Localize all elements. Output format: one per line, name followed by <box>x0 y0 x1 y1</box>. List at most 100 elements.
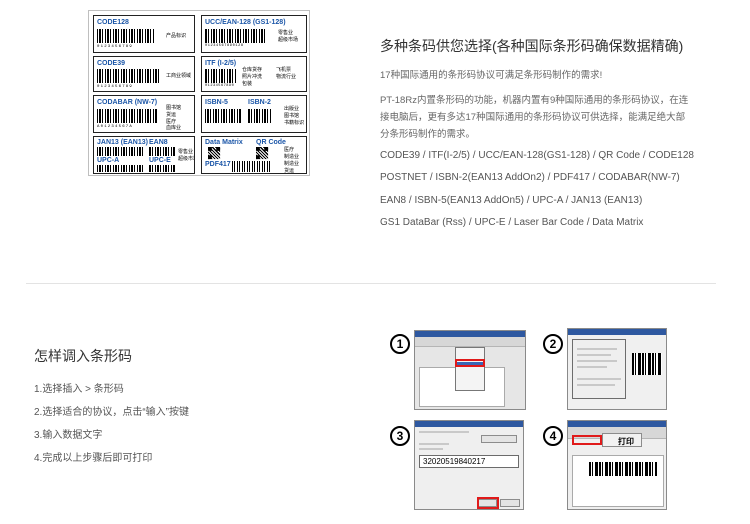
sample-title: CODABAR (NW-7) <box>97 99 158 106</box>
howto-step-2: 2.选择适合的协议，点击“输入”按键 <box>34 407 189 418</box>
step-2-screenshot <box>567 328 667 410</box>
sample-title: UCC/EAN-128 (GS1-128) <box>205 19 286 26</box>
sample-code128: CODE128 0123456789 产品标识 <box>93 15 195 53</box>
print-button[interactable]: 打印 <box>602 433 642 447</box>
pdf417-graphic <box>232 161 272 172</box>
window-titlebar <box>568 329 666 335</box>
sample-title: CODE39 <box>97 60 126 67</box>
sample-usage: 零售业 超级市场 <box>178 149 194 162</box>
barcode-graphic <box>149 147 175 156</box>
barcode-graphic <box>205 109 241 123</box>
barcode-preview <box>632 353 662 375</box>
barcode-graphic <box>205 69 237 83</box>
dialog-row <box>577 366 607 368</box>
sample-title: JAN13 (EAN13) <box>97 139 148 146</box>
step-3-screenshot: 32020519840217 <box>414 420 524 510</box>
qr-graphic <box>256 147 269 160</box>
barcode-graphic <box>97 109 157 123</box>
barcode-graphic <box>205 29 267 43</box>
cancel-button[interactable] <box>500 499 520 507</box>
barcode-digits: A01234567A <box>97 125 134 129</box>
barcode-graphic <box>97 69 159 83</box>
sample-usage: 产品标识 <box>166 33 187 39</box>
dialog-row <box>577 360 617 362</box>
barcode-digits: 01234567890 <box>205 84 235 88</box>
sample-usage: 出版业 图书馆 书籍标识 <box>284 106 305 126</box>
dialog-row <box>419 443 449 445</box>
dialog-row <box>577 348 617 350</box>
dialog-row <box>577 384 615 386</box>
howto-step-1: 1.选择插入 > 条形码 <box>34 384 124 395</box>
highlight-box <box>477 497 499 509</box>
barcode-graphic <box>248 109 272 123</box>
step-number-3: 3 <box>390 426 410 446</box>
sample-usage: 图书馆 货运 医疗 血库业 <box>166 105 182 132</box>
dialog-row <box>419 448 443 450</box>
dialog-row <box>577 378 621 380</box>
sample-usage: 仓库货存 照片冲洗 包装 <box>242 67 263 87</box>
window-titlebar <box>415 421 523 427</box>
barcode-digits: 0123456789 <box>97 45 134 49</box>
sample-2d: Data Matrix QR Code 医疗 制造业 PDF417 制造业 货运 <box>201 136 307 174</box>
barcode-graphic <box>97 147 145 156</box>
barcode-graphic <box>97 165 145 172</box>
barcode-output <box>589 462 657 476</box>
sample-jan-upc: JAN13 (EAN13) EAN8 UPC-A UPC-E 零售业 超级市场 <box>93 136 195 174</box>
sample-title-3: UPC-A <box>97 157 120 164</box>
sample-isbn: ISBN-5 ISBN-2 出版业 图书馆 书籍标识 <box>201 95 307 133</box>
barcode-digits: 01234567890128 <box>205 44 244 48</box>
sample-title-2: EAN8 <box>149 139 168 146</box>
window-toolbar <box>415 337 525 347</box>
dialog-tabs <box>419 431 469 433</box>
sample-code39: CODE39 0123456789 工商业领域 <box>93 56 195 92</box>
section-divider <box>26 283 716 284</box>
step-number-1: 1 <box>390 334 410 354</box>
label-canvas <box>572 455 664 507</box>
sample-title-2: QR Code <box>256 139 286 146</box>
sample-usage-2: 飞机票 物流行业 <box>276 67 297 80</box>
highlight-box <box>572 435 602 445</box>
desc-line-3: 分条形码制作的需求。 <box>380 129 476 140</box>
howto-title: 怎样调入条形码 <box>34 348 132 364</box>
barcode-list-3: EAN8 / ISBN-5(EAN13 AddOn5) / UPC-A / JA… <box>380 195 643 206</box>
step-number-2: 2 <box>543 334 563 354</box>
howto-step-4: 4.完成以上步骤后即可打印 <box>34 453 153 464</box>
sample-title: Data Matrix <box>205 139 243 146</box>
section-title: 多种条码供您选择(各种国际条形码确保数据精确) <box>380 38 684 54</box>
datamatrix-graphic <box>208 147 221 160</box>
lead-text: 17种国际通用的条形码协议可满足条形码制作的需求! <box>380 70 603 81</box>
barcode-graphic <box>149 165 175 172</box>
barcode-list-1: CODE39 / ITF(I-2/5) / UCC/EAN-128(GS1-12… <box>380 150 694 161</box>
step-1-screenshot <box>414 330 526 410</box>
step-number-4: 4 <box>543 426 563 446</box>
howto-step-3: 3.输入数据文字 <box>34 430 103 441</box>
barcode-digits: 0123456789 <box>97 85 134 89</box>
highlight-box <box>455 359 485 367</box>
desc-line-2: 接电脑后，更有多达17种国际通用的条形码协议可供选择，能满足绝大部 <box>380 112 686 123</box>
dialog-button[interactable] <box>481 435 517 443</box>
sample-usage: 零售业 超级市场 <box>278 30 299 43</box>
barcode-protocol-dialog <box>572 339 626 399</box>
sample-itf: ITF (I-2/5) 01234567890 仓库货存 照片冲洗 包装 飞机票… <box>201 56 307 92</box>
sample-title-2: ISBN-2 <box>248 99 271 106</box>
barcode-list-2: POSTNET / ISBN-2(EAN13 AddOn2) / PDF417 … <box>380 172 680 183</box>
desc-line-1: PT-18Rz内置条形码的功能，机器内置有9种国际通用的条形码协议，在连 <box>380 95 689 106</box>
barcode-graphic <box>97 29 155 43</box>
print-label: 打印 <box>618 437 634 446</box>
sample-title: CODE128 <box>97 19 129 26</box>
sample-usage-2: 制造业 货运 <box>284 161 300 174</box>
barcode-list-4: GS1 DataBar (Rss) / UPC-E / Laser Bar Co… <box>380 217 644 228</box>
sample-title-4: UPC-E <box>149 157 171 164</box>
barcode-samples-image: CODE128 0123456789 产品标识 UCC/EAN-128 (GS1… <box>88 10 310 176</box>
sample-usage: 医疗 制造业 <box>284 147 300 160</box>
step-4-screenshot: 打印 <box>567 420 667 510</box>
sample-title: ISBN-5 <box>205 99 228 106</box>
sample-gs1-128: UCC/EAN-128 (GS1-128) 01234567890128 零售业… <box>201 15 307 53</box>
insert-menu <box>455 347 485 391</box>
sample-usage: 工商业领域 <box>166 73 192 79</box>
barcode-data-input[interactable]: 32020519840217 <box>419 455 519 468</box>
sample-codabar: CODABAR (NW-7) A01234567A 图书馆 货运 医疗 血库业 <box>93 95 195 133</box>
sample-title: ITF (I-2/5) <box>205 60 237 67</box>
dialog-row <box>577 354 611 356</box>
sample-title-3: PDF417 <box>205 161 231 168</box>
